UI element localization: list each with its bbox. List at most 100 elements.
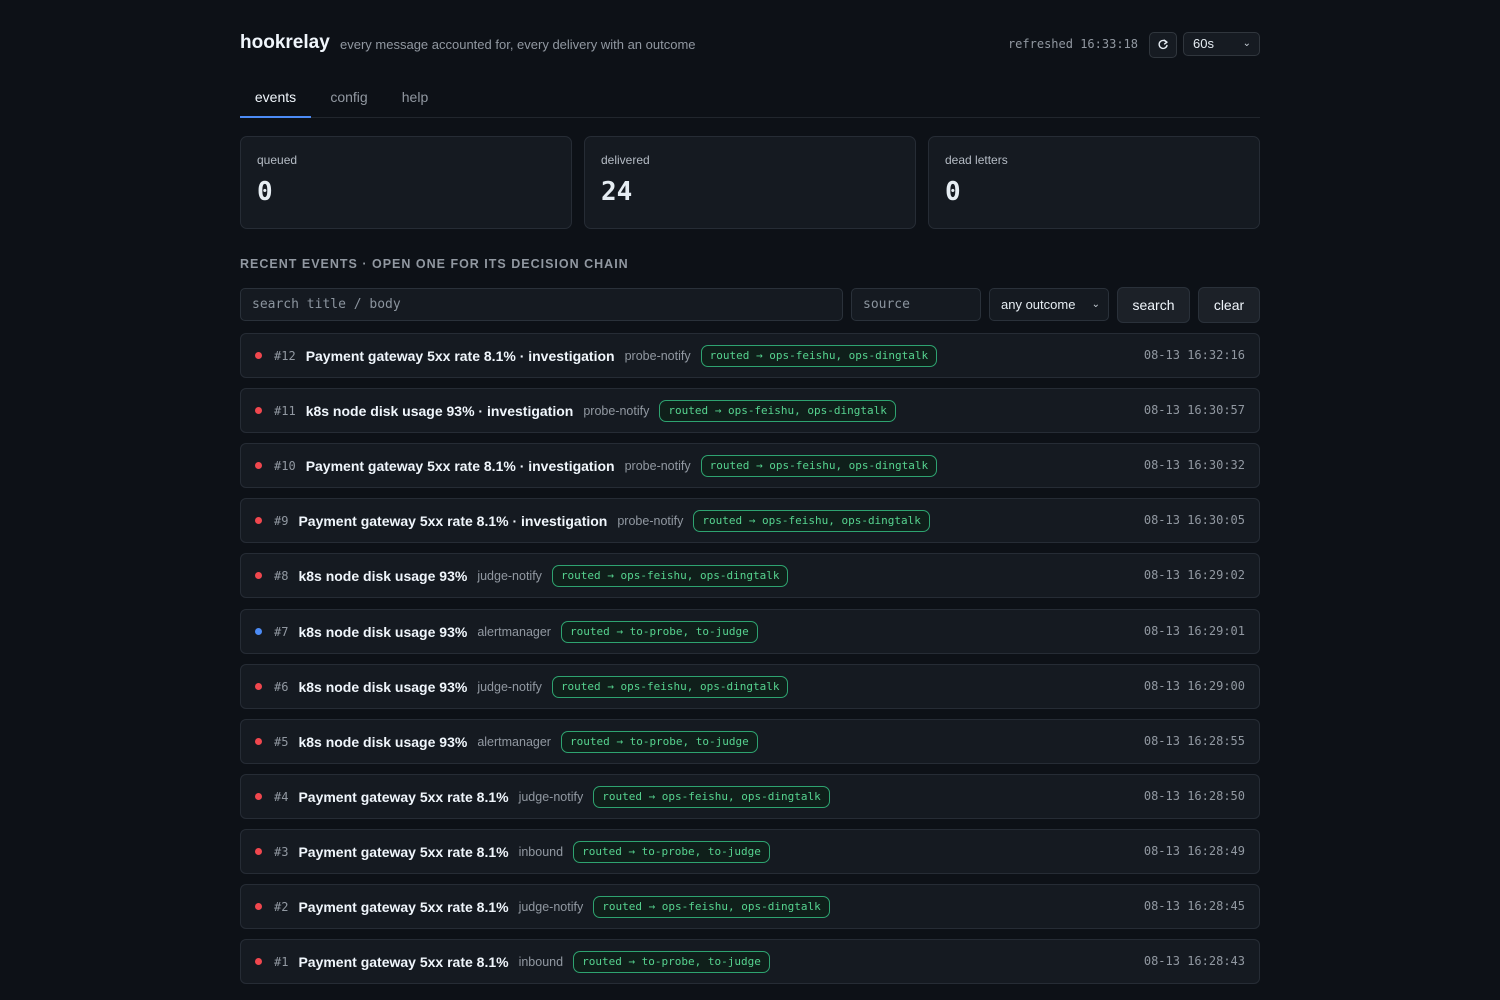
search-button[interactable]: search <box>1117 287 1190 323</box>
event-row[interactable]: #6 k8s node disk usage 93% judge-notify rou… <box>240 664 1260 709</box>
event-row-content: #8 k8s node disk usage 93% judge-notify rou… <box>255 554 789 597</box>
event-source: probe-notify <box>617 513 684 528</box>
event-row[interactable]: #1 Payment gateway 5xx rate 8.1% inbound ro… <box>240 939 1260 984</box>
event-source: judge-notify <box>477 679 542 694</box>
event-row-content: #12 Payment gateway 5xx rate 8.1% · inves… <box>255 334 938 377</box>
refresh-button[interactable] <box>1149 32 1177 58</box>
stat-label: dead letters <box>945 153 1008 167</box>
outcome-select-value: any outcome <box>1001 297 1076 312</box>
event-timestamp: 08-13 16:29:02 <box>1143 568 1245 582</box>
event-row[interactable]: #8 k8s node disk usage 93% judge-notify rou… <box>240 553 1260 598</box>
outcome-badge: routed → to-probe, to-judge <box>560 730 758 753</box>
event-id: #11 <box>274 403 296 418</box>
event-row[interactable]: #10 Payment gateway 5xx rate 8.1% · inves… <box>240 443 1260 488</box>
event-title: Payment gateway 5xx rate 8.1% · investig… <box>305 457 615 474</box>
event-timestamp: 08-13 16:28:45 <box>1143 899 1245 913</box>
event-row-content: #4 Payment gateway 5xx rate 8.1% judge-not… <box>255 775 830 818</box>
event-id: #2 <box>274 899 289 914</box>
event-source: judge-notify <box>518 899 584 914</box>
event-source: probe-notify <box>583 403 650 418</box>
event-source: alertmanager <box>477 734 551 749</box>
event-row[interactable]: #11 k8s node disk usage 93% · investigati… <box>240 388 1260 433</box>
event-title: Payment gateway 5xx rate 8.1% · investig… <box>305 347 615 364</box>
outcome-badge: routed → to-probe, to-judge <box>573 950 770 973</box>
event-id: #12 <box>274 348 296 363</box>
event-row-content: #1 Payment gateway 5xx rate 8.1% inbound ro… <box>255 940 770 983</box>
event-source: probe-notify <box>624 458 691 473</box>
event-row-content: #3 Payment gateway 5xx rate 8.1% inbound ro… <box>255 830 770 873</box>
refresh-icon <box>1158 39 1168 50</box>
event-source: judge-notify <box>477 568 542 583</box>
event-timestamp: 08-13 16:30:57 <box>1143 403 1245 417</box>
event-title: k8s node disk usage 93% <box>298 678 468 695</box>
event-id: #5 <box>274 734 289 749</box>
event-row[interactable]: #3 Payment gateway 5xx rate 8.1% inbound ro… <box>240 829 1260 874</box>
event-timestamp: 08-13 16:32:16 <box>1143 348 1245 362</box>
filter-bar: any outcome ⌄ search clear <box>240 287 1260 323</box>
outcome-badge: routed → ops-feishu, ops-dingtalk <box>659 399 896 422</box>
refresh-interval-value: 60s <box>1193 36 1214 51</box>
event-timestamp: 08-13 16:29:01 <box>1143 624 1245 638</box>
status-dot <box>255 572 262 579</box>
outcome-badge: routed → to-probe, to-judge <box>560 620 758 643</box>
status-dot <box>255 352 262 359</box>
tab-help[interactable]: help <box>392 80 438 118</box>
chevron-down-icon: ⌄ <box>1091 299 1100 310</box>
event-row-content: #10 Payment gateway 5xx rate 8.1% · inves… <box>255 444 938 487</box>
stats-row: queued 0 delivered 24 dead letters 0 <box>240 136 1260 229</box>
refreshed-timestamp: refreshed 16:33:18 <box>1007 37 1138 51</box>
event-timestamp: 08-13 16:28:50 <box>1143 789 1245 803</box>
event-id: #9 <box>274 513 289 528</box>
event-timestamp: 08-13 16:28:55 <box>1143 734 1245 748</box>
event-id: #4 <box>274 789 289 804</box>
status-dot <box>255 958 262 965</box>
event-row[interactable]: #4 Payment gateway 5xx rate 8.1% judge-not… <box>240 774 1260 819</box>
outcome-badge: routed → ops-feishu, ops-dingtalk <box>700 344 938 367</box>
refresh-interval-select[interactable]: 60s ⌄ <box>1183 32 1260 56</box>
stat-label: delivered <box>601 153 650 167</box>
event-id: #8 <box>274 568 289 583</box>
event-row[interactable]: #5 k8s node disk usage 93% alertmanager rou… <box>240 719 1260 764</box>
clear-button[interactable]: clear <box>1198 287 1260 323</box>
event-row[interactable]: #2 Payment gateway 5xx rate 8.1% judge-not… <box>240 884 1260 929</box>
event-row-content: #2 Payment gateway 5xx rate 8.1% judge-not… <box>255 885 830 928</box>
event-id: #10 <box>274 458 296 473</box>
status-dot <box>255 683 262 690</box>
event-source: inbound <box>518 954 564 969</box>
event-title: Payment gateway 5xx rate 8.1% · investig… <box>298 512 608 529</box>
status-dot <box>255 738 262 745</box>
event-id: #6 <box>274 679 289 694</box>
event-timestamp: 08-13 16:28:43 <box>1143 954 1245 968</box>
event-timestamp: 08-13 16:30:32 <box>1143 458 1245 472</box>
event-title: Payment gateway 5xx rate 8.1% <box>298 953 509 970</box>
tab-bar: events config help <box>240 80 1260 118</box>
search-input[interactable] <box>240 288 843 321</box>
event-row[interactable]: #9 Payment gateway 5xx rate 8.1% · invest… <box>240 498 1260 543</box>
outcome-badge: routed → ops-feishu, ops-dingtalk <box>551 564 789 587</box>
tab-events[interactable]: events <box>240 80 311 118</box>
event-row[interactable]: #7 k8s node disk usage 93% alertmanager rou… <box>240 609 1260 654</box>
stat-value: 0 <box>945 177 961 207</box>
event-id: #1 <box>274 954 289 969</box>
event-row-content: #9 Payment gateway 5xx rate 8.1% · invest… <box>255 499 930 542</box>
status-dot <box>255 628 262 635</box>
stat-card-queued: queued 0 <box>240 136 572 229</box>
brand-title: hookrelay <box>240 32 330 53</box>
chevron-down-icon: ⌄ <box>1242 38 1251 49</box>
status-dot <box>255 462 262 469</box>
source-input[interactable] <box>851 288 981 321</box>
event-title: Payment gateway 5xx rate 8.1% <box>298 788 509 805</box>
status-dot <box>255 517 262 524</box>
outcome-badge: routed → to-probe, to-judge <box>573 840 770 863</box>
tagline: every message accounted for, every deliv… <box>340 37 696 52</box>
outcome-select[interactable]: any outcome ⌄ <box>989 288 1109 321</box>
tab-config[interactable]: config <box>322 80 376 118</box>
event-source: alertmanager <box>477 624 551 639</box>
stat-card-dead-letters: dead letters 0 <box>928 136 1260 229</box>
event-title: Payment gateway 5xx rate 8.1% <box>298 898 509 915</box>
event-row[interactable]: #12 Payment gateway 5xx rate 8.1% · inves… <box>240 333 1260 378</box>
outcome-badge: routed → ops-feishu, ops-dingtalk <box>700 454 938 477</box>
stat-card-delivered: delivered 24 <box>584 136 916 229</box>
event-id: #7 <box>274 624 289 639</box>
event-title: k8s node disk usage 93% <box>298 567 468 584</box>
